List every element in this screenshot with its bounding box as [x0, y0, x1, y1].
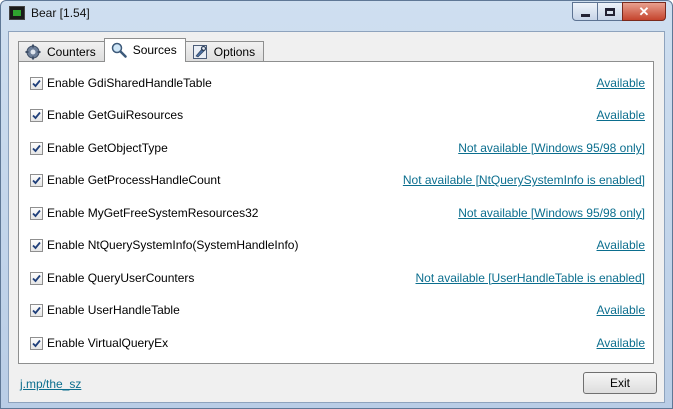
source-row: Enable GetObjectType Not available [Wind… [30, 139, 645, 157]
close-icon: ✕ [638, 3, 650, 19]
window-controls: ✕ [572, 2, 666, 22]
source-row: Enable NtQuerySystemInfo(SystemHandleInf… [30, 236, 645, 254]
source-status-link[interactable]: Available [597, 108, 645, 122]
source-checkbox[interactable] [30, 271, 43, 285]
source-label: Enable GetProcessHandleCount [47, 173, 221, 187]
app-window: Bear [1.54] ✕ Counters Sources Options E… [0, 0, 673, 409]
source-row: Enable UserHandleTable Available [30, 301, 645, 319]
check-icon [32, 306, 41, 314]
tab-counters[interactable]: Counters [18, 41, 105, 62]
check-icon [32, 79, 41, 87]
source-label: Enable VirtualQueryEx [47, 336, 169, 350]
source-label: Enable NtQuerySystemInfo(SystemHandleInf… [47, 238, 299, 252]
source-status-link[interactable]: Available [597, 336, 645, 350]
check-icon [32, 144, 41, 152]
source-label: Enable MyGetFreeSystemResources32 [47, 206, 259, 220]
source-row: Enable GetProcessHandleCount Not availab… [30, 171, 645, 189]
tab-counters-label: Counters [47, 45, 96, 59]
check-icon [32, 339, 41, 347]
source-status-link[interactable]: Available [597, 238, 645, 252]
source-checkbox[interactable] [30, 108, 43, 122]
magnifier-icon [111, 42, 127, 58]
source-status-link[interactable]: Not available [UserHandleTable is enable… [416, 271, 645, 285]
source-label: Enable GetObjectType [47, 141, 168, 155]
source-label: Enable UserHandleTable [47, 303, 180, 317]
tab-strip: Counters Sources Options [18, 38, 265, 62]
minimize-button[interactable] [572, 2, 598, 21]
source-checkbox[interactable] [30, 173, 43, 187]
website-link[interactable]: j.mp/the_sz [20, 377, 81, 391]
tab-options-label: Options [213, 45, 256, 59]
source-checkbox[interactable] [30, 206, 43, 220]
maximize-icon [605, 7, 615, 16]
gear-icon [25, 44, 41, 60]
source-checkbox[interactable] [30, 303, 43, 317]
window-title: Bear [1.54] [31, 6, 90, 20]
title-bar[interactable]: Bear [1.54] ✕ [1, 1, 672, 25]
tab-sources[interactable]: Sources [103, 38, 186, 62]
source-row: Enable MyGetFreeSystemResources32 Not av… [30, 204, 645, 222]
tab-options[interactable]: Options [184, 41, 265, 62]
source-checkbox[interactable] [30, 336, 43, 350]
options-icon [192, 44, 208, 60]
check-icon [32, 111, 41, 119]
maximize-button[interactable] [597, 2, 623, 21]
source-label: Enable QueryUserCounters [47, 271, 195, 285]
tab-sources-label: Sources [132, 42, 177, 57]
check-icon [32, 209, 41, 217]
exit-button[interactable]: Exit [583, 372, 657, 394]
minimize-icon [580, 13, 590, 17]
source-status-link[interactable]: Available [597, 76, 645, 90]
app-icon [9, 6, 25, 20]
source-checkbox[interactable] [30, 76, 43, 90]
close-button[interactable]: ✕ [622, 2, 666, 21]
check-icon [32, 241, 41, 249]
source-status-link[interactable]: Not available [NtQuerySystemInfo is enab… [403, 173, 645, 187]
source-label: Enable GetGuiResources [47, 108, 184, 122]
source-status-link[interactable]: Not available [Windows 95/98 only] [458, 141, 645, 155]
sources-panel: Enable GdiSharedHandleTable Available En… [18, 61, 654, 364]
source-checkbox[interactable] [30, 238, 43, 252]
client-area: Counters Sources Options Enable GdiShare… [8, 31, 665, 403]
source-status-link[interactable]: Not available [Windows 95/98 only] [458, 206, 645, 220]
source-label: Enable GdiSharedHandleTable [47, 76, 212, 90]
source-status-link[interactable]: Available [597, 303, 645, 317]
source-row: Enable QueryUserCounters Not available [… [30, 269, 645, 287]
check-icon [32, 274, 41, 282]
source-row: Enable VirtualQueryEx Available [30, 334, 645, 352]
check-icon [32, 176, 41, 184]
source-checkbox[interactable] [30, 141, 43, 155]
source-row: Enable GdiSharedHandleTable Available [30, 74, 645, 92]
source-row: Enable GetGuiResources Available [30, 106, 645, 124]
